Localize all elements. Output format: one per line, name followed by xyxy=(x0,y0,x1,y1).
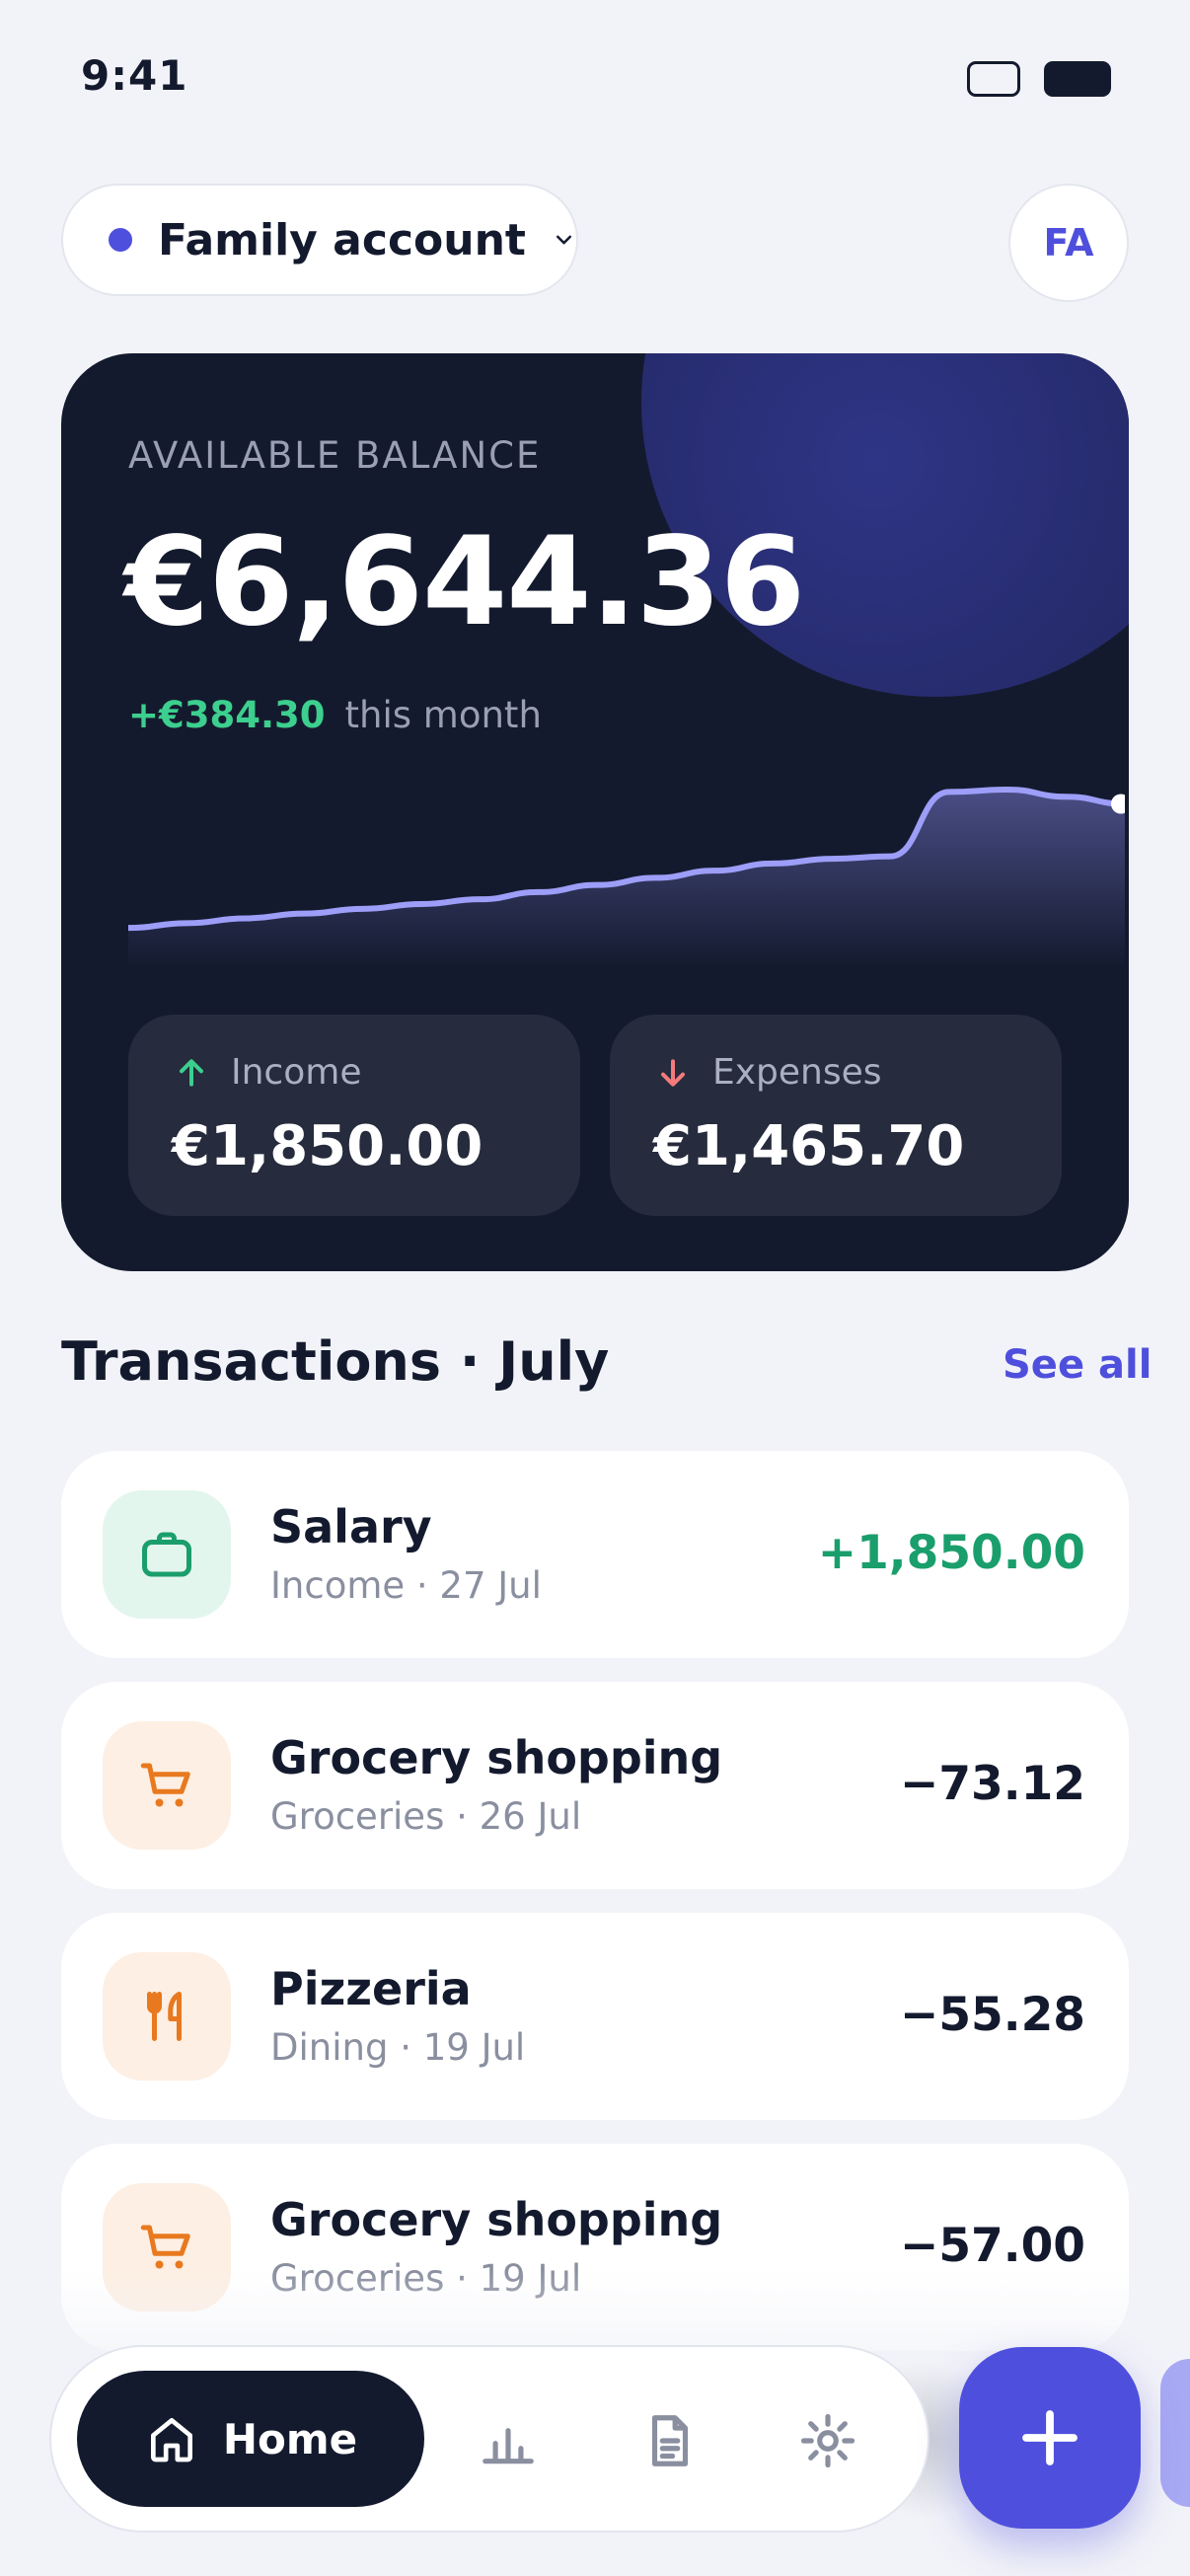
see-all-link[interactable]: See all xyxy=(1003,1342,1152,1388)
battery-icon xyxy=(1044,61,1111,97)
transaction-meta: Income · 27 Jul xyxy=(270,1564,542,1607)
side-peek-decoration xyxy=(1160,2359,1190,2507)
add-transaction-button[interactable] xyxy=(959,2347,1141,2529)
expenses-label: Expenses xyxy=(712,1052,882,1093)
income-tile: Income €1,850.00 xyxy=(128,1015,580,1216)
utensils-icon xyxy=(147,1992,182,2041)
balance-trend-chart xyxy=(128,786,1125,967)
arrow-down-icon xyxy=(661,1058,685,1087)
transaction-amount: −57.00 xyxy=(899,2219,1085,2273)
balance-amount: €6,644.36 xyxy=(124,511,805,653)
transaction-row-salary[interactable]: Salary Income · 27 Jul +1,850.00 xyxy=(61,1451,1129,1658)
income-value: €1,850.00 xyxy=(172,1114,483,1178)
nav-home-label: Home xyxy=(222,2414,358,2463)
transaction-name: Grocery shopping xyxy=(270,1731,723,1784)
transaction-name: Pizzeria xyxy=(270,1962,472,2015)
status-time: 9:41 xyxy=(81,51,188,100)
transaction-icon-bg xyxy=(103,1490,231,1619)
transaction-icon-bg xyxy=(103,1952,231,2081)
home-icon xyxy=(150,2418,192,2462)
account-selector[interactable]: Family account xyxy=(61,184,578,296)
briefcase-icon xyxy=(142,1532,191,1577)
chart-bars-icon[interactable] xyxy=(478,2410,539,2471)
chevron-down-icon xyxy=(556,235,571,245)
account-name: Family account xyxy=(158,214,526,265)
transaction-amount: +1,850.00 xyxy=(817,1526,1085,1580)
income-label: Income xyxy=(231,1052,362,1093)
balance-label: AVAILABLE BALANCE xyxy=(128,434,542,477)
balance-change-value: +€384.30 xyxy=(128,694,326,736)
cart-icon xyxy=(140,1763,190,1807)
expenses-value: €1,465.70 xyxy=(653,1114,965,1178)
expenses-tile: Expenses €1,465.70 xyxy=(610,1015,1062,1216)
bottom-nav: Home xyxy=(49,2345,930,2533)
cart-icon xyxy=(140,2225,190,2269)
nav-home-button[interactable]: Home xyxy=(77,2371,424,2507)
avatar[interactable]: FA xyxy=(1008,184,1129,302)
account-dot-icon xyxy=(109,228,132,252)
transaction-list: Salary Income · 27 Jul +1,850.00 Grocery… xyxy=(61,1451,1129,2375)
transaction-icon-bg xyxy=(103,1721,231,1850)
balance-change-label: this month xyxy=(344,694,542,736)
transaction-meta: Dining · 19 Jul xyxy=(270,2026,526,2069)
transaction-amount: −73.12 xyxy=(899,1757,1085,1811)
transaction-name: Salary xyxy=(270,1500,432,1553)
status-indicator-outline xyxy=(967,61,1020,97)
transaction-row-pizzeria[interactable]: Pizzeria Dining · 19 Jul −55.28 xyxy=(61,1913,1129,2120)
document-icon[interactable] xyxy=(639,2410,701,2471)
balance-card: AVAILABLE BALANCE €6,644.36 +€384.30 this… xyxy=(61,353,1129,1271)
plus-icon xyxy=(1022,2410,1078,2465)
arrow-up-icon xyxy=(180,1058,203,1087)
transactions-title: Transactions · July xyxy=(61,1330,610,1393)
transaction-row-grocery[interactable]: Grocery shopping Groceries · 26 Jul −73.… xyxy=(61,1682,1129,1889)
transaction-meta: Groceries · 26 Jul xyxy=(270,1795,582,1838)
transaction-name: Grocery shopping xyxy=(270,2193,723,2246)
settings-icon[interactable] xyxy=(797,2410,858,2471)
transaction-amount: −55.28 xyxy=(899,1988,1085,2042)
balance-change: +€384.30 this month xyxy=(128,694,542,736)
